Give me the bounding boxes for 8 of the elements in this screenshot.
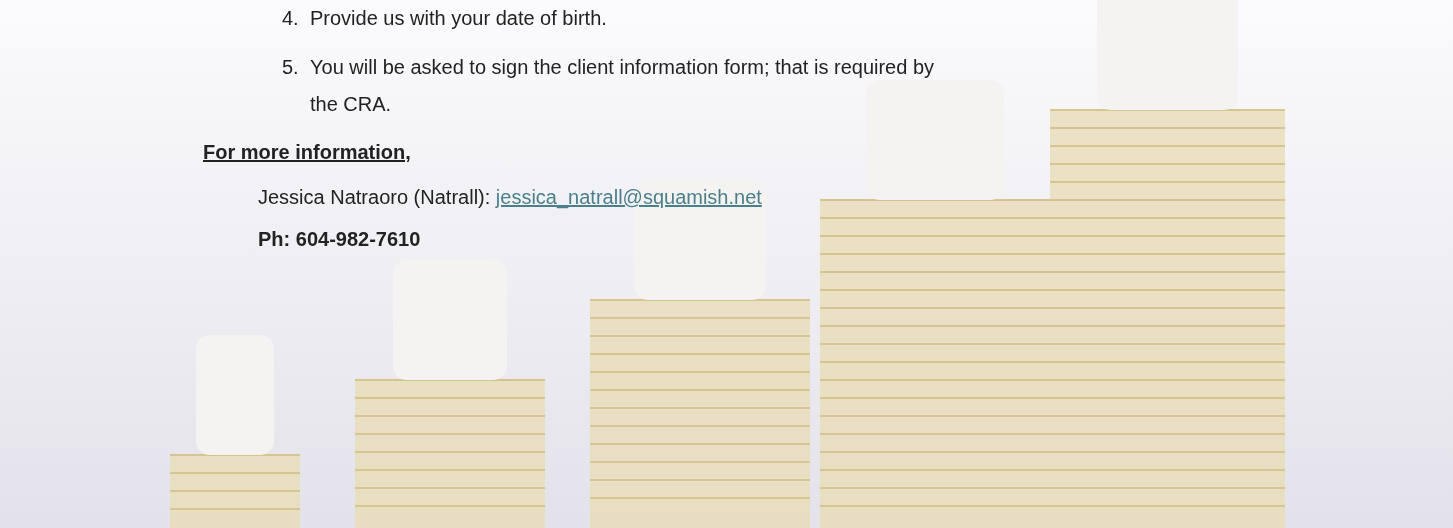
list-number: 4. xyxy=(282,6,300,31)
email-link[interactable]: jessica_natrall@squamish.net xyxy=(495,186,762,208)
step-text: Provide us with your date of birth. xyxy=(310,6,608,31)
section-heading: For more information, xyxy=(203,141,411,164)
step-text: You will be asked to sign the client information form; that is required by the CRA. xyxy=(310,55,936,117)
contact-line: Jessica Natraoro (Natrall): jessica_natrall@squamish.net xyxy=(258,185,763,210)
list-number: 5. xyxy=(282,55,300,80)
phone-number: Ph: 604-982-7610 xyxy=(258,228,421,251)
